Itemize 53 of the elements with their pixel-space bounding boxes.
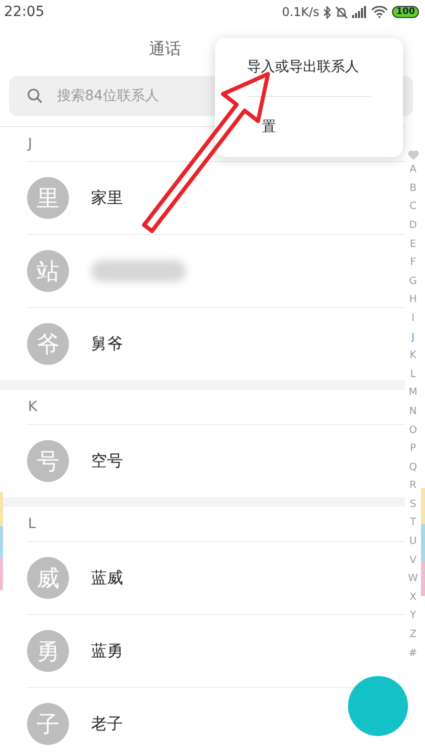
avatar: 里 (27, 177, 69, 219)
avatar: 子 (27, 703, 69, 745)
index-letter[interactable]: H (409, 292, 417, 309)
contact-name: 老子 (91, 714, 123, 734)
contact-name: 蓝威 (91, 568, 123, 588)
index-letter[interactable]: Q (409, 460, 417, 476)
index-letter[interactable]: F (410, 255, 416, 272)
index-letter[interactable]: M (408, 385, 418, 402)
contact-name: 蓝勇 (91, 640, 123, 662)
contact-name: 空号 (91, 450, 123, 472)
index-letter[interactable]: K (410, 348, 416, 365)
index-letter[interactable]: C (410, 199, 416, 216)
avatar: 勇 (27, 630, 69, 672)
index-letter[interactable]: S (410, 496, 416, 514)
section-letter: L (28, 516, 36, 532)
battery-indicator: 100 (392, 6, 419, 18)
avatar: 站 (27, 250, 69, 292)
network-speed: 0.1K/s (282, 5, 320, 19)
contact-name: 舅爷 (91, 334, 123, 354)
status-time: 22:05 (4, 4, 44, 20)
bluetooth-icon (323, 6, 332, 18)
index-letter[interactable]: N (409, 404, 417, 420)
avatar: 号 (27, 440, 69, 482)
index-letter[interactable]: V (410, 552, 416, 570)
index-letter[interactable]: # (408, 646, 418, 662)
contact-name: 家里 (91, 188, 123, 208)
index-letter[interactable]: I (412, 310, 414, 328)
index-letter[interactable]: Z (410, 627, 416, 644)
index-letter[interactable]: L (410, 366, 416, 384)
index-letter[interactable]: Y (410, 608, 416, 625)
heart-icon[interactable] (408, 150, 418, 160)
avatar: 爷 (27, 323, 69, 365)
index-letter[interactable]: P (410, 441, 416, 458)
search-icon (27, 88, 43, 104)
index-letter[interactable]: X (410, 590, 416, 606)
avatar: 威 (27, 557, 69, 599)
index-letter[interactable]: T (410, 515, 416, 532)
index-letter[interactable]: B (410, 180, 416, 198)
signal-icon (352, 6, 368, 18)
bell-muted-icon (335, 6, 348, 18)
section-letter: K (28, 399, 38, 415)
index-letter[interactable]: J (412, 330, 414, 346)
index-letter[interactable]: U (409, 534, 417, 550)
index-letter[interactable]: W (408, 571, 418, 588)
index-letter[interactable]: O (409, 422, 417, 439)
index-letter[interactable]: E (410, 236, 416, 253)
wifi-icon (371, 6, 388, 18)
section-letter: J (28, 136, 32, 152)
page-title: 通话 (149, 38, 181, 60)
index-letter[interactable]: D (409, 218, 417, 234)
index-letter[interactable]: R (410, 478, 416, 495)
index-letter[interactable]: G (409, 274, 417, 290)
index-letter[interactable]: A (410, 162, 416, 179)
